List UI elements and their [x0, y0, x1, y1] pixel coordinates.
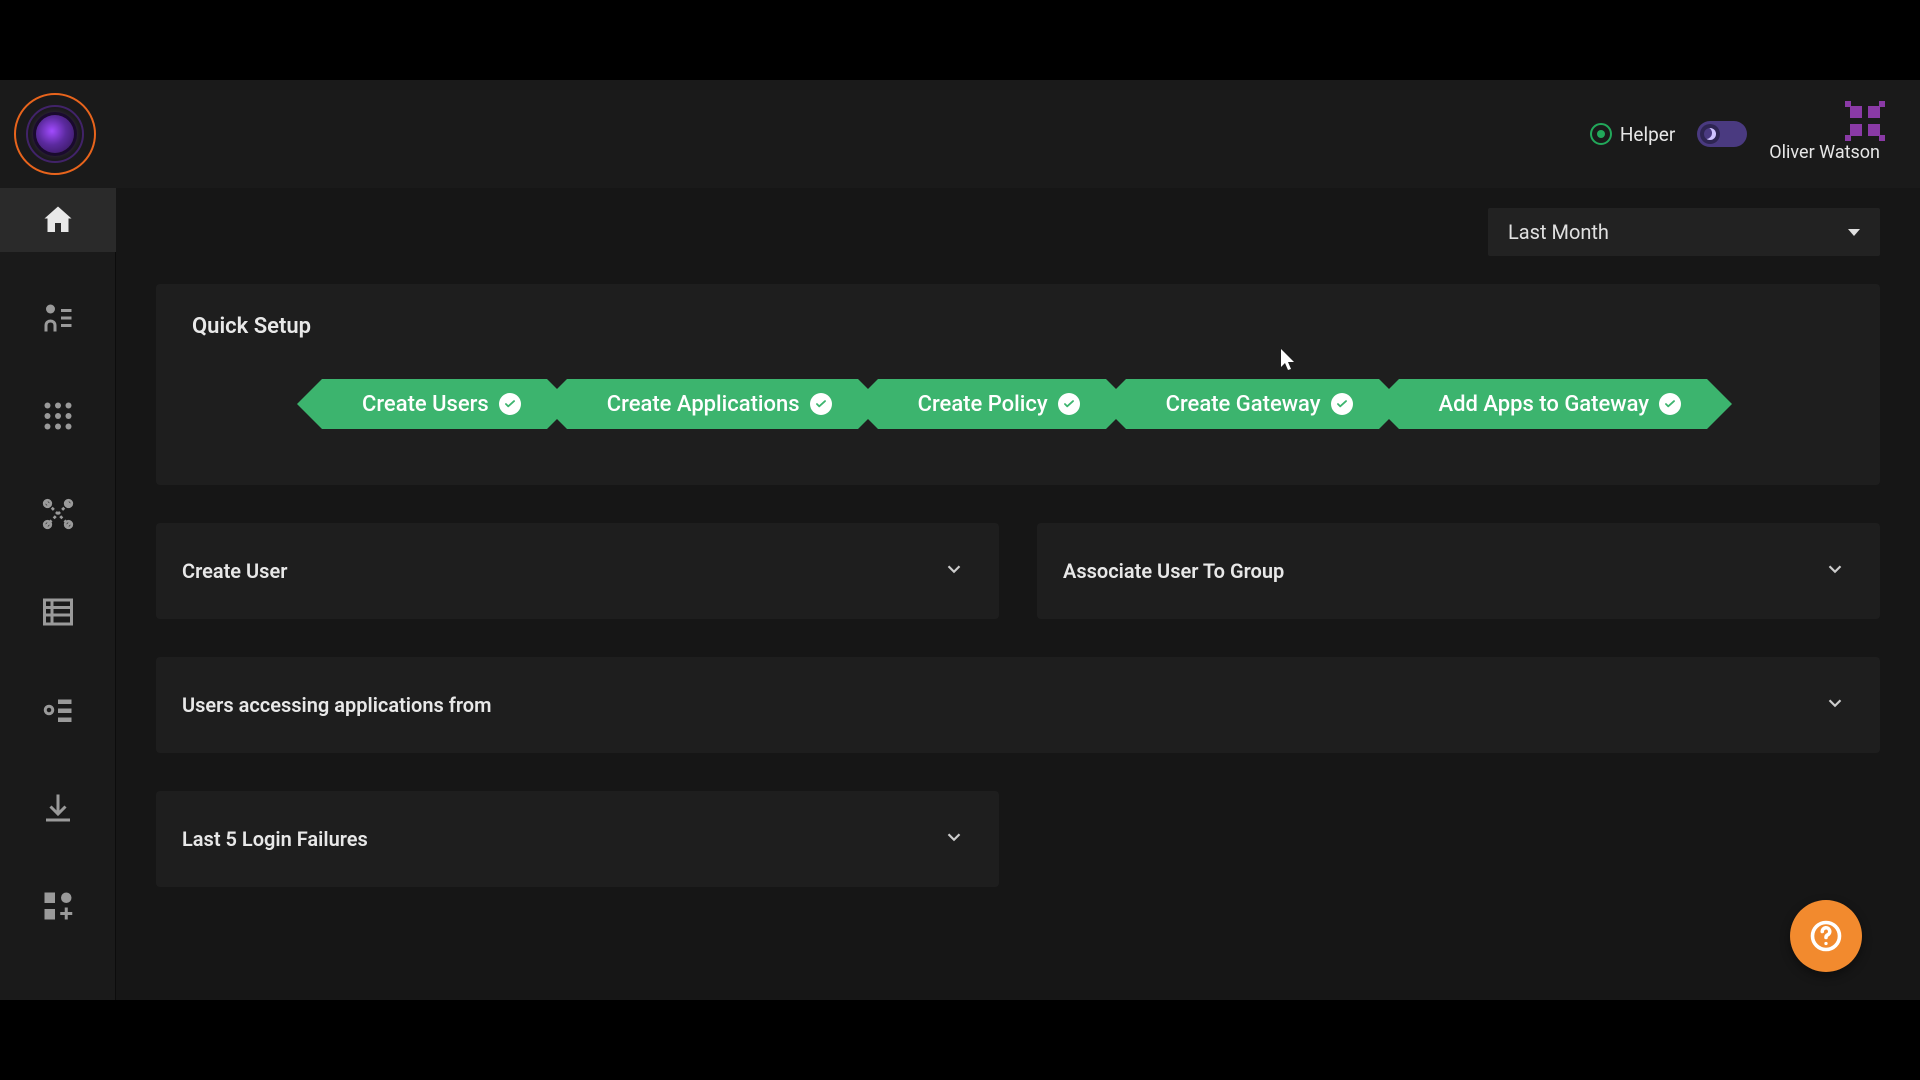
- check-icon: [1331, 393, 1353, 415]
- time-range-select[interactable]: Last Month: [1488, 208, 1880, 256]
- broadcast-icon: [1590, 123, 1612, 145]
- step-label: Add Apps to Gateway: [1439, 392, 1650, 417]
- person-list-icon: [40, 300, 76, 336]
- avatar[interactable]: [1850, 106, 1880, 136]
- help-fab[interactable]: [1790, 900, 1862, 972]
- theme-toggle[interactable]: [1697, 121, 1747, 147]
- sidebar-item-network[interactable]: [0, 482, 116, 546]
- panel-create-user[interactable]: Create User: [156, 523, 999, 619]
- chevron-down-icon: [1824, 558, 1846, 584]
- add-app-icon: [40, 888, 76, 924]
- chevron-down-icon: [943, 558, 965, 584]
- step-label: Create Policy: [918, 392, 1048, 417]
- panel-title: Users accessing applications from: [182, 693, 491, 717]
- check-icon: [1058, 393, 1080, 415]
- sidebar-item-addapp[interactable]: [0, 874, 116, 938]
- moon-icon: [1704, 128, 1716, 140]
- quick-setup-steps: Create Users Create Applications Create …: [322, 379, 1844, 429]
- network-icon: [40, 496, 76, 532]
- sidebar: [0, 188, 116, 1000]
- chevron-down-icon: [943, 826, 965, 852]
- step-create-users[interactable]: Create Users: [322, 379, 547, 429]
- panel-users-accessing-apps[interactable]: Users accessing applications from: [156, 657, 1880, 753]
- chevron-down-icon: [1824, 692, 1846, 718]
- grid-icon: [40, 398, 76, 434]
- sliders-icon: [40, 692, 76, 728]
- user-name: Oliver Watson: [1769, 142, 1880, 163]
- panel-title: Last 5 Login Failures: [182, 827, 368, 851]
- step-label: Create Users: [362, 392, 489, 417]
- panel-title: Create User: [182, 559, 287, 583]
- step-create-gateway[interactable]: Create Gateway: [1126, 379, 1379, 429]
- step-create-applications[interactable]: Create Applications: [567, 379, 858, 429]
- quick-setup-card: Quick Setup Create Users Create Applicat…: [156, 284, 1880, 485]
- sidebar-item-apps[interactable]: [0, 384, 116, 448]
- panel-login-failures[interactable]: Last 5 Login Failures: [156, 791, 999, 887]
- check-icon: [810, 393, 832, 415]
- step-label: Create Applications: [607, 392, 800, 417]
- step-label: Create Gateway: [1166, 392, 1321, 417]
- check-icon: [499, 393, 521, 415]
- app-logo[interactable]: [0, 80, 110, 188]
- chevron-down-icon: [1848, 229, 1860, 236]
- layout-icon: [40, 594, 76, 630]
- quick-setup-title: Quick Setup: [192, 314, 1844, 339]
- sidebar-item-settings[interactable]: [0, 678, 116, 742]
- step-add-apps-to-gateway[interactable]: Add Apps to Gateway: [1399, 379, 1708, 429]
- sidebar-item-download[interactable]: [0, 776, 116, 840]
- help-icon: [1808, 918, 1844, 954]
- sidebar-item-logs[interactable]: [0, 580, 116, 644]
- main-content: Last Month Quick Setup Create Users Crea…: [116, 188, 1920, 1000]
- step-create-policy[interactable]: Create Policy: [878, 379, 1106, 429]
- sidebar-item-home[interactable]: [0, 188, 116, 252]
- helper-label: Helper: [1620, 123, 1675, 146]
- sidebar-item-users[interactable]: [0, 286, 116, 350]
- time-range-value: Last Month: [1508, 220, 1609, 244]
- panel-title: Associate User To Group: [1063, 559, 1284, 583]
- check-icon: [1659, 393, 1681, 415]
- helper-indicator[interactable]: Helper: [1590, 123, 1675, 146]
- download-icon: [40, 790, 76, 826]
- home-icon: [40, 202, 76, 238]
- panel-associate-user-to-group[interactable]: Associate User To Group: [1037, 523, 1880, 619]
- app-header: Helper Oliver Watson: [0, 80, 1920, 188]
